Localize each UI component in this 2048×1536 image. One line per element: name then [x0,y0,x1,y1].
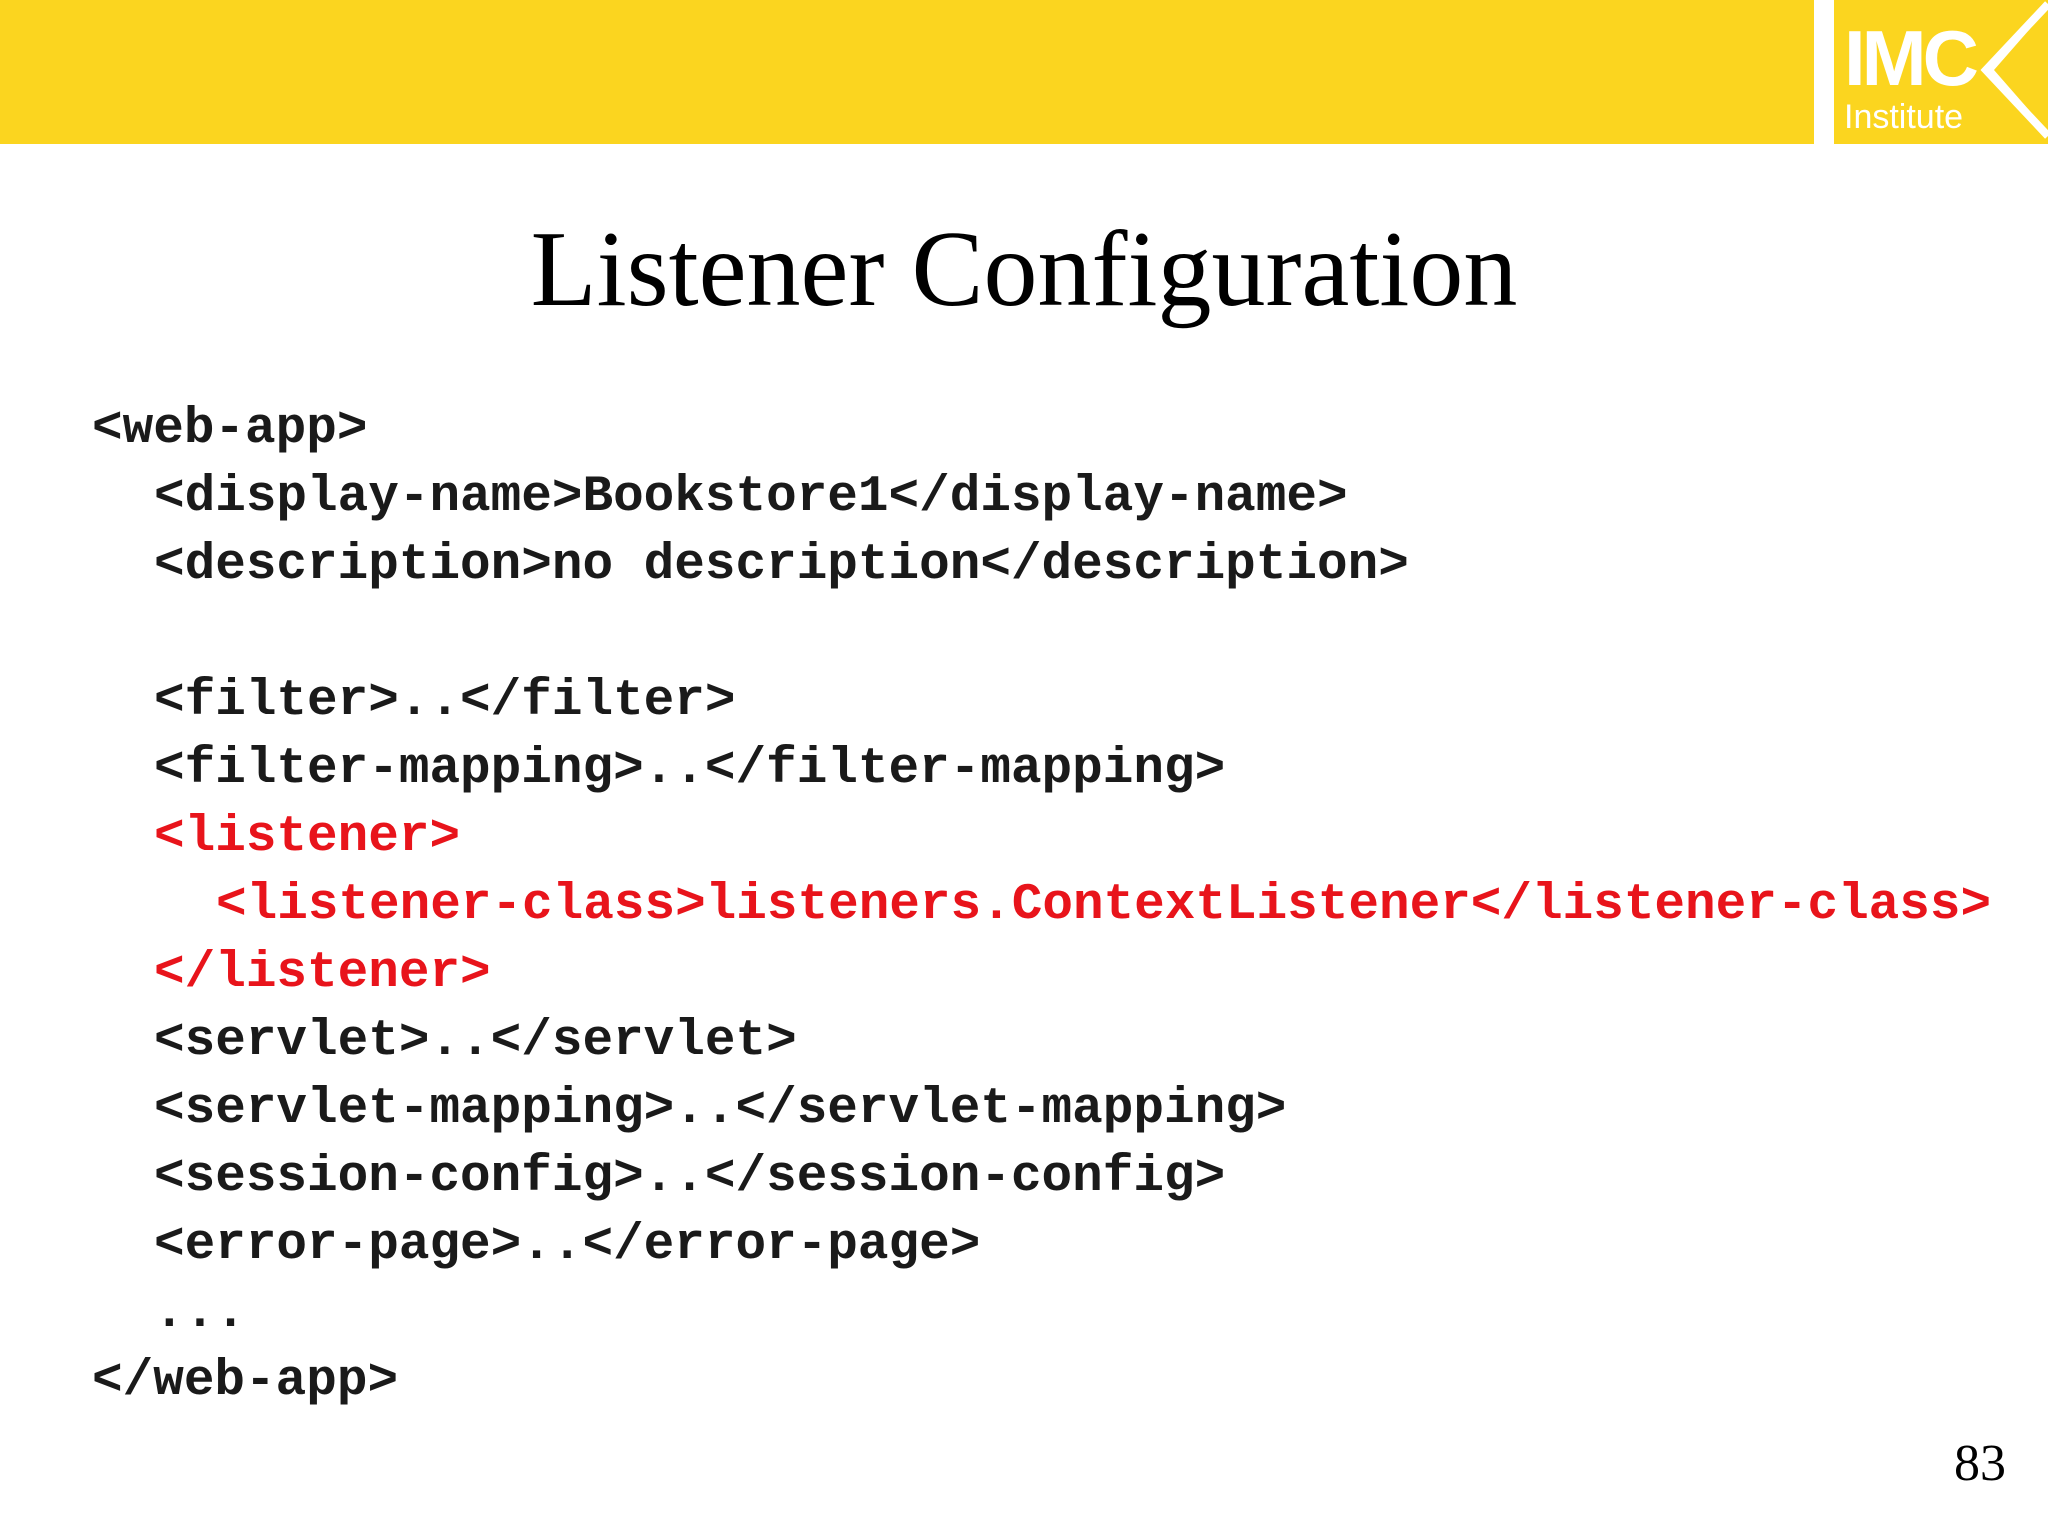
code-line: <servlet>..</servlet> [154,1013,797,1070]
code-block: <web-app> <display-name>Bookstore1</disp… [92,396,2032,1416]
code-line: <error-page>..</error-page> [154,1217,981,1274]
code-line: <session-config>..</session-config> [154,1149,1226,1206]
imc-institute-logo: IMC Institute [1834,0,2048,144]
logo-sub-text: Institute [1844,98,1964,136]
header-band [0,0,1814,144]
code-line: <display-name>Bookstore1</display-name> [154,469,1348,526]
code-line: <servlet-mapping>..</servlet-mapping> [154,1081,1287,1138]
page-number: 83 [1954,1435,2006,1492]
code-line: <filter-mapping>..</filter-mapping> [154,741,1226,798]
logo-main-text: IMC [1844,14,1979,102]
code-line-highlighted: <listener-class>listeners.ContextListene… [216,877,1992,934]
code-line-highlighted: <listener> [154,809,461,866]
code-line: </web-app> [92,1353,399,1410]
slide: IMC Institute Listener Configuration <we… [0,0,2048,1536]
code-line: <description>no description</description… [154,537,1409,594]
code-line-ellipsis: ... [154,1285,246,1342]
code-line-highlighted: </listener> [154,945,491,1002]
code-line: <web-app> [92,401,368,458]
code-line: <filter>..</filter> [154,673,736,730]
slide-title: Listener Configuration [530,210,1518,329]
